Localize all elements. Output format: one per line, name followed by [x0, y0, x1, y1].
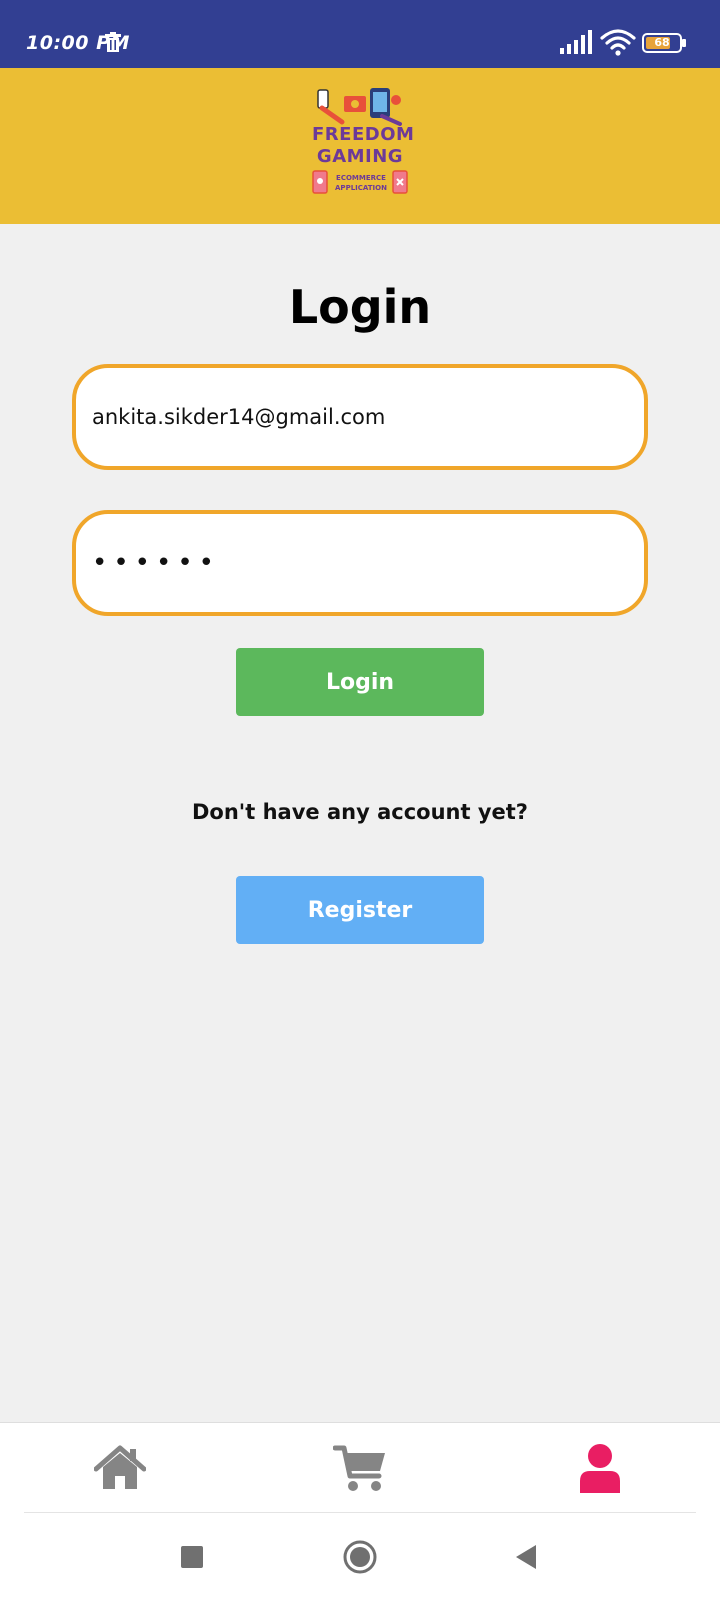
status-bar: 10:00 PM 68: [0, 0, 720, 68]
logo-illustration: [317, 88, 402, 126]
trash-icon: [105, 32, 121, 52]
system-home-button[interactable]: [338, 1535, 382, 1579]
battery-icon: 68: [642, 32, 688, 54]
logo-line2: GAMING: [316, 146, 404, 167]
nav-profile[interactable]: [560, 1433, 640, 1503]
home-icon: [94, 1445, 146, 1489]
recent-apps-button[interactable]: [170, 1535, 214, 1579]
password-field[interactable]: [72, 510, 648, 616]
nav-cart[interactable]: [320, 1433, 400, 1503]
account-prompt: Don't have any account yet?: [192, 800, 528, 824]
login-button[interactable]: Login: [236, 648, 484, 716]
register-button[interactable]: Register: [236, 876, 484, 944]
back-icon: [516, 1545, 536, 1569]
app-header: FREEDOM GAMING ECOMMERCE APPLICATION: [0, 68, 720, 224]
system-nav-bar: [0, 1513, 720, 1600]
user-icon: [580, 1444, 620, 1493]
logo-phone-right: [392, 170, 408, 194]
home-circle-icon: [343, 1540, 377, 1574]
nav-home[interactable]: [80, 1433, 160, 1503]
wifi-icon: [600, 29, 636, 56]
logo-phone-left: [312, 170, 328, 194]
page-title: Login: [288, 280, 432, 334]
email-field[interactable]: [72, 364, 648, 470]
signal-icon: [560, 30, 592, 54]
back-button[interactable]: [504, 1535, 548, 1579]
cart-icon: [333, 1445, 385, 1491]
freedom-gaming-logo: FREEDOM GAMING ECOMMERCE APPLICATION: [312, 86, 415, 206]
battery-level: 68: [654, 36, 670, 49]
logo-subtitle-ecommerce: ECOMMERCE: [336, 174, 386, 182]
bottom-nav: [0, 1422, 720, 1513]
logo-line1: FREEDOM: [312, 124, 415, 145]
logo-subtitle-application: APPLICATION: [335, 184, 387, 192]
recent-apps-icon: [181, 1546, 203, 1568]
